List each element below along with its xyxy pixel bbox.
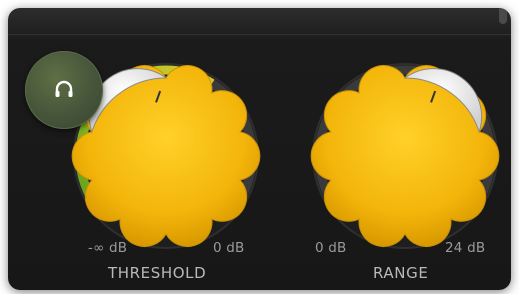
knobs-canvas [71,63,500,249]
range-max-label: 24 dB [445,240,486,256]
threshold-min-label: -∞ dB [88,240,128,256]
range-title: RANGE [373,264,429,282]
headphone-monitor-button[interactable] [25,51,103,129]
headphones-icon [55,80,73,97]
range-min-label: 0 dB [315,240,347,256]
threshold-title: THRESHOLD [108,264,207,282]
range-knob[interactable] [310,63,500,249]
plugin-panel: -∞ dB 0 dB THRESHOLD 0 dB 24 dB RANGE [8,8,511,290]
threshold-max-label: 0 dB [213,240,245,256]
